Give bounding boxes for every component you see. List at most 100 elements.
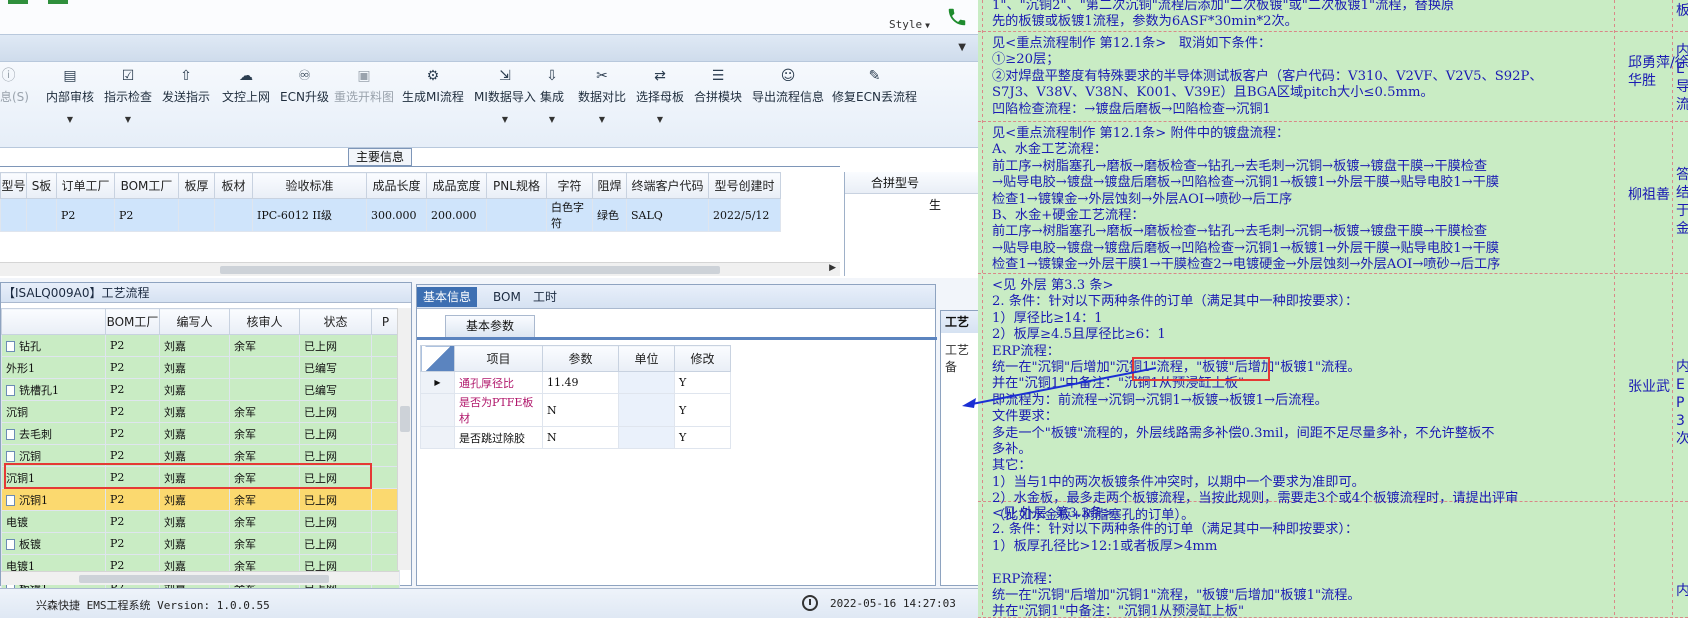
table-row[interactable]: 电镀 P2 刘嘉 余军 已上网 xyxy=(1,510,400,533)
toolbar-button-image[interactable]: ▣ 重选开料图 xyxy=(334,66,394,144)
style-menu[interactable]: Style ▼ xyxy=(889,18,930,31)
tab-bom[interactable]: BOM xyxy=(487,287,527,307)
process-writer-cell: 刘嘉 xyxy=(159,356,230,379)
toolbar-button-wrench[interactable]: ✎ 修复ECN丢流程 xyxy=(832,66,917,144)
toolbar-button-checkbox[interactable]: ☑ 指示检查 ▼ xyxy=(104,66,152,144)
param-modify-cell[interactable]: Y xyxy=(674,426,731,449)
column-header[interactable]: 参数 xyxy=(542,345,619,372)
table-row[interactable]: ▶ 通孔厚径比 11.49 Y xyxy=(420,371,731,394)
ribbon-collapse-icon[interactable]: ▼ xyxy=(958,42,966,53)
column-header[interactable]: BOM工厂 xyxy=(114,172,179,199)
table-row[interactable]: 板镀 P2 刘嘉 余军 已上网 xyxy=(1,532,400,555)
chevron-down-icon[interactable]: ▼ xyxy=(104,115,152,124)
column-header[interactable]: 型号 xyxy=(0,172,27,199)
column-header[interactable]: 编写人 xyxy=(159,308,230,335)
toolbar-button-gears[interactable]: ⚙ 生成MI流程 xyxy=(402,66,464,144)
toolbar-button-download[interactable]: ⇩ 集成 ▼ xyxy=(540,66,564,144)
chevron-down-icon[interactable]: ▼ xyxy=(636,115,684,124)
main-table-hscrollbar[interactable]: ▶ xyxy=(0,262,840,276)
column-header[interactable]: BOM工厂 xyxy=(105,308,160,335)
process-hscrollbar[interactable] xyxy=(1,571,399,585)
column-header[interactable]: 订单工厂 xyxy=(56,172,115,199)
table-row[interactable]: 是否跳过除胶 N Y xyxy=(420,426,731,449)
toolbar-button-compare[interactable]: ✂ 数据对比 ▼ xyxy=(578,66,626,144)
param-value-cell[interactable]: N xyxy=(542,393,619,427)
toolbar-button-cloud-upload[interactable]: ☁ 文控上网 xyxy=(222,66,270,144)
scroll-thumb[interactable] xyxy=(79,575,329,583)
toolbar-button-list[interactable]: ☰ 合拼模块 xyxy=(694,66,742,144)
process-p-cell xyxy=(371,488,400,511)
toolbar-button-label: 选择母板 xyxy=(636,90,685,104)
tab-work-hours[interactable]: 工时 xyxy=(527,287,563,307)
toolbar-button-label: MI数据导入 xyxy=(474,90,536,104)
column-header[interactable]: 型号创建时 xyxy=(708,172,781,199)
chevron-down-icon[interactable]: ▼ xyxy=(474,115,536,124)
table-cell: 绿色 xyxy=(592,198,627,232)
toolbar-button-import[interactable]: ⇲ MI数据导入 ▼ xyxy=(474,66,536,144)
document-icon xyxy=(6,538,15,550)
param-modify-cell[interactable]: Y xyxy=(674,371,731,394)
chevron-down-icon[interactable]: ▼ xyxy=(540,115,564,124)
craft-panel-title: 工艺 xyxy=(941,311,978,333)
column-header[interactable]: 修改 xyxy=(674,345,731,372)
process-status-cell: 已编写 xyxy=(299,378,372,401)
process-auditor-cell: 余军 xyxy=(229,334,300,357)
toolbar-button-info[interactable]: ⓘ 信息(S) xyxy=(0,66,29,144)
table-row[interactable]: 去毛刺 P2 刘嘉 余军 已上网 xyxy=(1,422,400,445)
table-row[interactable]: 钻孔 P2 刘嘉 余军 已上网 xyxy=(1,334,400,357)
column-header[interactable]: 验收标准 xyxy=(252,172,367,199)
param-value-cell[interactable]: 11.49 xyxy=(542,371,619,394)
process-vscrollbar[interactable] xyxy=(397,308,411,570)
column-header[interactable]: 板材 xyxy=(214,172,253,199)
tab-basic-info[interactable]: 基本信息 xyxy=(417,287,478,307)
column-header[interactable]: 板厚 xyxy=(178,172,215,199)
toolbar-button-smiley[interactable]: ☺ 导出流程信息 xyxy=(752,66,824,144)
column-header[interactable]: S板 xyxy=(26,172,57,199)
process-auditor-cell: 余军 xyxy=(229,532,300,555)
param-value-cell[interactable]: N xyxy=(542,426,619,449)
column-header[interactable]: 字符 xyxy=(546,172,593,199)
table-cell xyxy=(486,198,547,232)
table-cell: IPC-6012 II级 xyxy=(252,198,367,232)
toolbar-button-upload[interactable]: ⇧ 发送指示 xyxy=(162,66,210,144)
param-modify-cell[interactable]: Y xyxy=(674,393,731,427)
chevron-down-icon[interactable]: ▼ xyxy=(578,115,626,124)
column-header[interactable]: 单位 xyxy=(618,345,675,372)
scroll-thumb[interactable] xyxy=(400,406,410,432)
toolbar-button-shuffle[interactable]: ⇄ 选择母板 ▼ xyxy=(636,66,684,144)
column-header[interactable]: 阻焊 xyxy=(592,172,627,199)
table-row[interactable]: P2 P2 IPC-6012 II级 300.000 200.000 白色字符 绿色 SALQ… xyxy=(0,198,781,232)
scroll-right-icon[interactable]: ▶ xyxy=(829,263,836,273)
table-row[interactable]: 铣槽孔1 P2 刘嘉 已编写 xyxy=(1,378,400,401)
ribbon-tab-strip: ▼ xyxy=(0,34,978,62)
column-header[interactable]: P xyxy=(371,308,400,335)
column-header[interactable]: 终端客户代码 xyxy=(626,172,709,199)
scroll-thumb[interactable] xyxy=(220,266,720,274)
craft-panel: 工艺 工艺备 xyxy=(940,310,978,586)
chevron-down-icon[interactable]: ▼ xyxy=(46,115,94,124)
basic-params-table: 项目 参数 单位 修改 ▶ 通孔厚径比 11.49 Y 是否为PTFE板材 N Y 是否跳过除胶 N Y xyxy=(420,345,731,449)
param-name-cell: 通孔厚径比 xyxy=(454,371,543,394)
row-header xyxy=(420,393,455,427)
toolbar-button-printer[interactable]: ▤ 内部审核 ▼ xyxy=(46,66,94,144)
table-row[interactable]: 沉铜 P2 刘嘉 余军 已上网 xyxy=(1,400,400,423)
table-cell xyxy=(178,198,215,232)
column-header[interactable]: 成品宽度 xyxy=(426,172,487,199)
table-row[interactable]: 是否为PTFE板材 N Y xyxy=(420,393,731,427)
column-header[interactable]: 成品长度 xyxy=(366,172,427,199)
toolbar-button-binoculars[interactable]: ♾ ECN升级 xyxy=(280,66,329,144)
printer-icon: ▤ xyxy=(63,68,77,84)
image-icon: ▣ xyxy=(357,68,371,84)
table-row[interactable]: 外形1 P2 刘嘉 已编写 xyxy=(1,356,400,379)
phone-icon[interactable] xyxy=(946,6,968,28)
table-row[interactable]: 沉铜1 P2 刘嘉 余军 已上网 xyxy=(1,488,400,511)
toolbar-button-label: 合拼模块 xyxy=(694,90,743,104)
column-header[interactable]: 项目 xyxy=(454,345,543,372)
toolbar-button-label: 数据对比 xyxy=(578,90,627,104)
column-header[interactable]: 状态 xyxy=(299,308,372,335)
subtab-basic-params[interactable]: 基本参数 xyxy=(445,315,535,337)
process-auditor-cell: 余军 xyxy=(229,400,300,423)
column-header[interactable]: PNL规格 xyxy=(486,172,547,199)
column-header[interactable] xyxy=(1,308,106,335)
column-header[interactable]: 核审人 xyxy=(229,308,300,335)
